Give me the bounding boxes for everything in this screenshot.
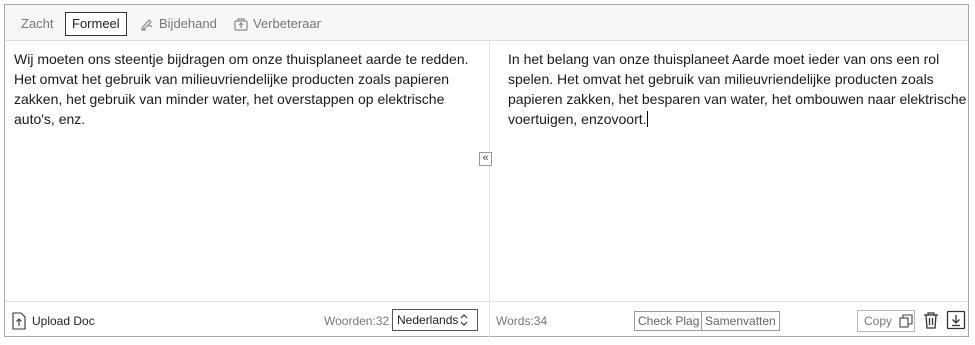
text-caret [646,111,648,127]
writing-hand-icon [139,16,155,32]
mode-tab-zacht[interactable]: Zacht [21,13,54,35]
check-plag-button[interactable]: Check Plag [634,311,704,331]
mode-tab-formeel[interactable]: Formeel [65,12,127,36]
mode-label: Formeel [72,16,120,31]
summarize-button[interactable]: Samenvatten [701,311,780,331]
mode-tab-bar: Zacht Formeel Bijdehand Verbeteraar [5,5,968,41]
download-icon[interactable] [946,310,966,330]
footer-bar: Upload Doc Woorden:32 Nederlands Words:3… [5,301,968,337]
mode-label: Bijdehand [159,16,217,31]
upload-file-icon [12,312,26,330]
input-word-count: Woorden:32 [324,314,390,328]
input-text-area[interactable]: Wij moeten ons steentje bijdragen om onz… [14,49,482,129]
trash-icon[interactable] [921,310,941,330]
language-value: Nederlands [397,313,459,327]
input-text: Wij moeten ons steentje bijdragen om onz… [14,51,469,127]
output-word-count: Words:34 [496,314,548,328]
paraphraser-panel: Zacht Formeel Bijdehand Verbeteraar Wij … [4,4,969,337]
double-chevron-left-icon[interactable]: « [479,152,492,166]
mode-label: Zacht [21,16,54,31]
copy-icon [899,314,913,328]
copy-button[interactable]: Copy [857,310,915,332]
mode-label: Verbeteraar [253,16,321,31]
chevron-updown-icon [460,314,468,326]
language-select[interactable]: Nederlands [392,309,478,331]
pane-divider [489,41,490,337]
mode-tab-bijdehand[interactable]: Bijdehand [139,13,217,35]
upload-doc-label: Upload Doc [32,314,95,328]
mode-tab-verbeteraar[interactable]: Verbeteraar [233,13,321,35]
output-text-area[interactable]: In het belang van onze thuisplaneet Aard… [508,49,968,129]
upgrade-icon [233,16,249,32]
copy-label: Copy [864,314,893,328]
output-text: In het belang van onze thuisplaneet Aard… [508,51,967,127]
upload-doc-button[interactable]: Upload Doc [11,312,95,330]
